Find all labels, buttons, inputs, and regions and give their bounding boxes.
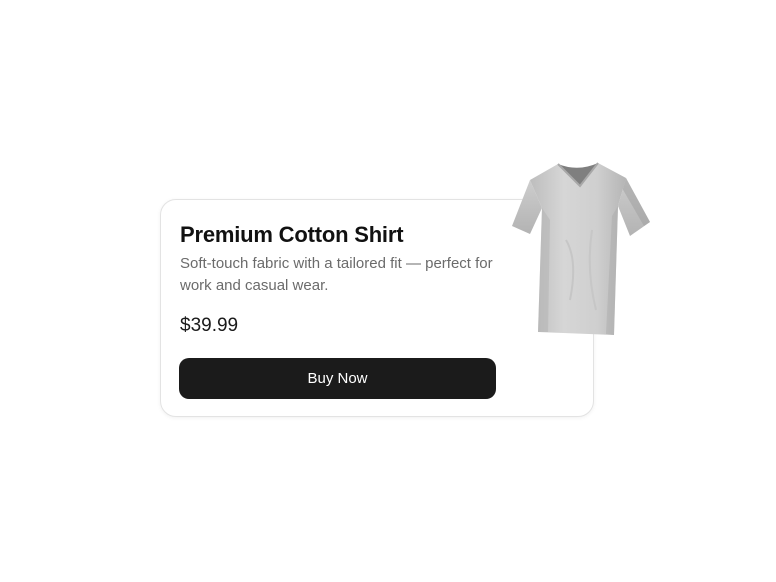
product-title: Premium Cotton Shirt — [180, 222, 404, 247]
product-price: $39.99 — [180, 315, 239, 336]
buy-now-button[interactable]: Buy Now — [179, 358, 496, 399]
product-description: Soft-touch fabric with a tailored fit — … — [180, 255, 493, 294]
tshirt-icon — [512, 162, 650, 335]
page: Premium Cotton Shirt Soft-touch fabric w… — [0, 0, 776, 582]
